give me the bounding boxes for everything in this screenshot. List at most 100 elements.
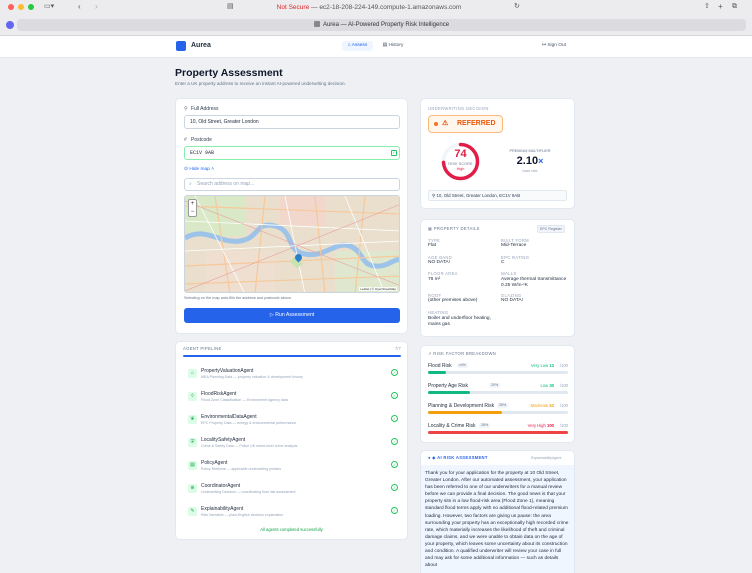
reload-icon[interactable]: ↻ <box>514 3 520 11</box>
risk-factor-level: Moderate 53 <box>530 403 554 408</box>
check-icon: ✓ <box>391 461 398 468</box>
search-icon: ⌕ <box>189 181 192 187</box>
risk-factor-max: /100 <box>559 383 568 388</box>
age-band-value: NO DATA! <box>428 260 450 265</box>
risk-score-label: RISK SCORE <box>448 162 473 166</box>
risk-factor-fill <box>428 391 470 394</box>
agent-name: FloodRiskAgent <box>201 391 237 397</box>
sign-out-button[interactable]: ↦ Sign Out <box>542 41 574 51</box>
heating-value: Boiler and underfloor heating, mains gas <box>428 316 491 327</box>
epc-rating-label: EPC RATING <box>501 255 530 260</box>
sidebar-toggle-icon[interactable]: ▭▾ <box>44 3 54 11</box>
ai-assessment-title: ● ◆ AI RISK ASSESSMENT <box>428 455 488 460</box>
multiplier-suffix: × <box>538 156 544 166</box>
risk-factor-name: Flood Risk <box>428 363 452 369</box>
url-text: — ec2-18-208-224-149.compute-1.amazonaws… <box>309 4 462 11</box>
share-icon[interactable]: ⇧ <box>704 3 710 11</box>
run-assessment-button[interactable]: ▷ Run Assessment <box>184 308 400 323</box>
built-form-value: Mid-Terrace <box>501 243 527 248</box>
map-search-placeholder: Search address on map... <box>197 181 255 187</box>
risk-factor-score: 13 <box>549 363 554 368</box>
nav-history[interactable]: ▤ History <box>378 41 408 51</box>
pipeline-count: 7/7 <box>395 346 401 351</box>
risk-factor-level: Very High 100 <box>528 423 554 428</box>
shield-icon: ⛨ <box>188 438 197 447</box>
risk-factor-level-text: Very High <box>527 423 546 428</box>
browser-chrome: ▭▾ ‹ › ▤ Not Secure — ec2-18-208-224-149… <box>0 0 752 36</box>
risk-factor-score: 100 <box>547 423 554 428</box>
check-icon: ✓ <box>391 392 398 399</box>
postcode-valid-icon: ✓ <box>391 150 397 156</box>
map-search-input[interactable]: ⌕ Search address on map... <box>184 178 400 191</box>
address-label: Full Address <box>191 106 219 112</box>
check-icon: ✓ <box>391 415 398 422</box>
zoom-out-button[interactable]: − <box>189 208 196 216</box>
agent-row: ▤ PolicyAgent Policy Retrieval — applicabl… <box>184 456 400 478</box>
hash-icon: # <box>184 137 187 143</box>
pipeline-progress <box>183 355 401 357</box>
nav-assess-label: Assess <box>351 43 368 48</box>
agent-desc: MEA Planning Data — property valuation &… <box>201 375 303 379</box>
risk-factor-weight: x4% <box>457 363 468 368</box>
minimize-window-button[interactable] <box>18 4 24 10</box>
document-icon: ▤ <box>188 461 197 470</box>
risk-factor-weight: 20% <box>489 383 501 388</box>
nav-assess[interactable]: ⌂ Assess <box>342 41 373 51</box>
close-window-button[interactable] <box>8 4 14 10</box>
epc-rating-value: C <box>501 260 505 265</box>
epc-register-badge: EPC Register <box>537 225 565 233</box>
zoom-window-button[interactable] <box>28 4 34 10</box>
risk-factor-fill <box>428 431 568 434</box>
risk-factor-track <box>428 411 568 414</box>
heating-label: HEATING <box>428 310 449 315</box>
zoom-in-button[interactable]: + <box>189 200 196 208</box>
back-icon[interactable]: ‹ <box>78 3 81 11</box>
walls-label: WALLS <box>501 271 517 276</box>
risk-score-value: 74 <box>454 148 467 160</box>
agent-row: ⛨ LocalitySafetyAgent Crime & Safety Data … <box>184 433 400 455</box>
agent-desc: Risk Narrative — plain-English decision … <box>201 513 284 517</box>
agent-name: EnvironmentalDataAgent <box>201 414 257 420</box>
forward-icon[interactable]: › <box>95 3 98 11</box>
new-tab-icon[interactable]: + <box>718 3 723 11</box>
risk-factor-score: 30 <box>549 383 554 388</box>
hide-map-toggle[interactable]: ⊙ Hide map ˄ <box>184 167 214 172</box>
risk-factor-fill <box>428 371 447 374</box>
risk-factor-track <box>428 371 568 374</box>
risk-factor-fill <box>428 411 503 414</box>
risk-factor-weight: 28% <box>479 423 491 428</box>
risk-factor-max: /100 <box>559 403 568 408</box>
type-value: Flat <box>428 243 436 248</box>
risk-factor-level: Very Low 13 <box>531 363 554 368</box>
risk-factor-track <box>428 431 568 434</box>
ai-agent-name: ExplainabilityAgent <box>531 456 562 460</box>
glazing-value: NO DATA! <box>501 298 523 303</box>
map[interactable]: + − Leaflet | © OpenStreetMap <box>184 195 400 293</box>
postcode-input[interactable]: EC1V 9AB <box>184 146 400 160</box>
agent-row: ◊ FloodRiskAgent Flood Zone Classification… <box>184 387 400 409</box>
risk-factor-title-text: RISK FACTOR BREAKDOWN <box>433 351 497 356</box>
warning-icon: ⚠ <box>442 120 449 127</box>
risk-factor-score: 53 <box>549 403 554 408</box>
leaf-icon: ❦ <box>188 415 197 424</box>
profile-icon[interactable] <box>6 21 14 29</box>
address-input[interactable]: 10, Old Street, Greater London <box>184 115 400 129</box>
droplet-icon: ◊ <box>188 392 197 401</box>
agent-desc: Flood Zone Classification — Environment … <box>201 398 288 402</box>
decision-badge: ⚠ REFERRED <box>428 115 503 133</box>
network-icon: ⊛ <box>188 484 197 493</box>
multiplier-value: 2.10 <box>516 155 539 167</box>
risk-factor-track <box>428 391 568 394</box>
floor-area-label: FLOOR AREA <box>428 271 458 276</box>
agent-row: ✎ ExplainabilityAgent Risk Narrative — pla… <box>184 502 400 524</box>
address-bar[interactable]: Not Secure — ec2-18-208-224-149.compute-… <box>230 2 508 14</box>
risk-factor-row: Property Age Risk 20% Low 30/100 <box>428 383 568 403</box>
map-tiles <box>185 196 399 292</box>
decision-address-text: 10, Old Street, Greater London, EC1V 9AB <box>436 193 521 198</box>
walls-value: Average thermal transmittance 0.25 W/m-¹… <box>501 277 567 288</box>
chevron-up-icon: ˄ <box>209 167 215 172</box>
risk-level: High <box>456 167 465 171</box>
tab-active[interactable]: Aurea — AI-Powered Property Risk Intelli… <box>17 19 746 31</box>
tab-overview-icon[interactable]: ⧉ <box>732 3 737 11</box>
risk-factor-level-text: Moderate <box>530 403 549 408</box>
